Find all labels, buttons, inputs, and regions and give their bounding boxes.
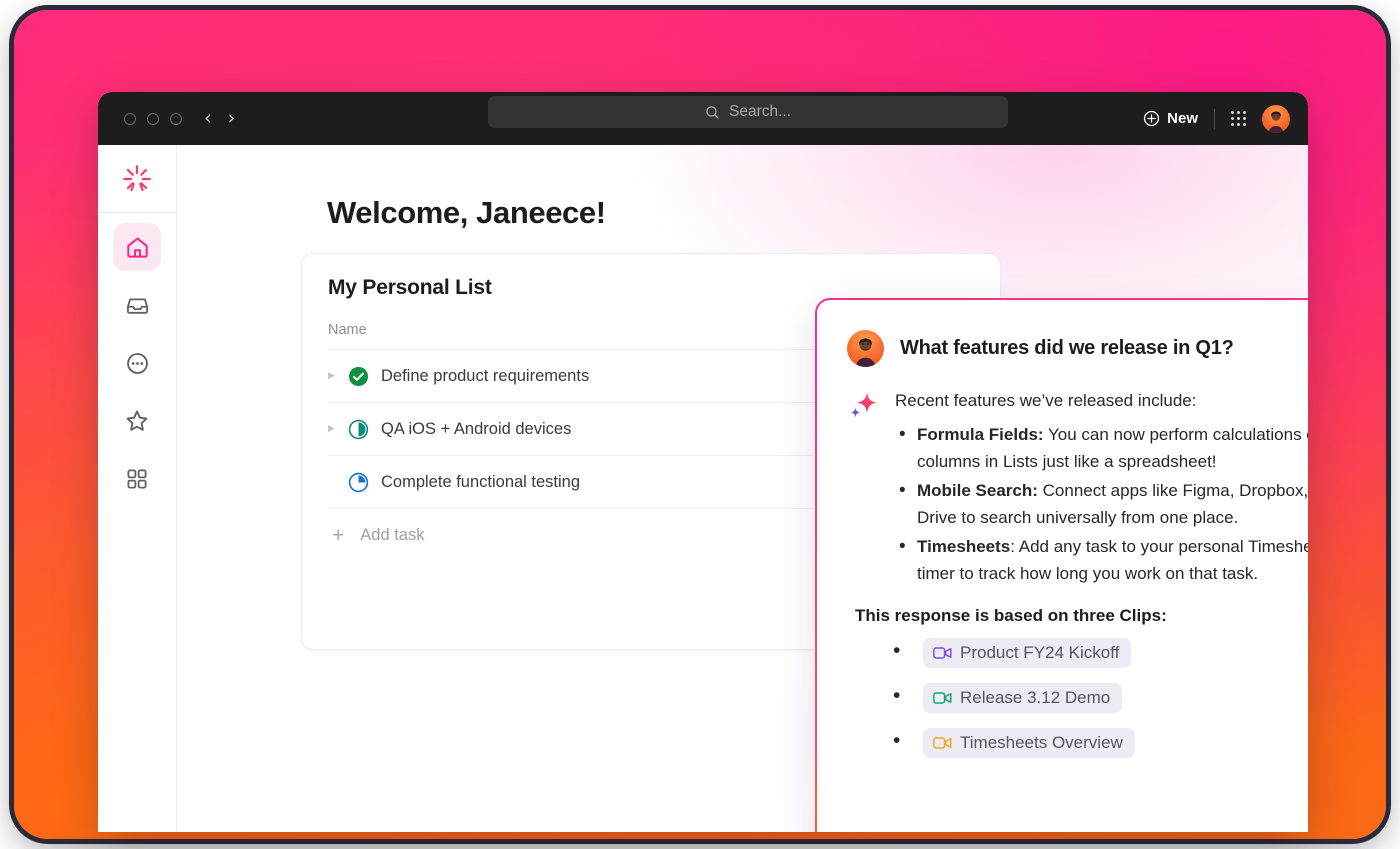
- star-icon: [126, 410, 148, 431]
- task-name: Complete functional testing: [381, 472, 581, 491]
- clip-chip-product-fy24-kickoff[interactable]: Product FY24 Kickoff: [923, 637, 1132, 668]
- search-placeholder: Search...: [728, 103, 792, 120]
- back-arrow-icon[interactable]: ‹: [204, 109, 212, 128]
- feature-term: Formula Fields:: [917, 424, 1044, 444]
- avatar-photo: [1268, 110, 1284, 133]
- expand-caret-icon[interactable]: ▶: [328, 371, 344, 381]
- new-button[interactable]: New: [1143, 110, 1198, 127]
- forward-arrow-icon[interactable]: ›: [228, 109, 236, 128]
- ai-answer-body: Recent features we’ve released include: …: [895, 389, 1308, 589]
- apps-grid-icon[interactable]: [1231, 111, 1246, 126]
- page-title: Welcome, Janeece!: [327, 195, 606, 230]
- plus-circle-icon: [1144, 110, 1160, 127]
- sidebar-item-inbox[interactable]: [113, 281, 161, 329]
- feature-list: Formula Fields: You can now perform calc…: [895, 420, 1308, 588]
- list-item: Release 3.12 Demo: [891, 682, 1308, 713]
- clips-list: Product FY24 Kickoff Release 3.12 Demo: [891, 637, 1308, 758]
- avatar[interactable]: [847, 330, 884, 367]
- clip-label: Product FY24 Kickoff: [960, 642, 1120, 662]
- list-item: Mobile Search: Connect apps like Figma, …: [895, 476, 1308, 532]
- clip-label: Release 3.12 Demo: [960, 687, 1111, 707]
- ai-panel-inner: What features did we release in Q1? Rece…: [817, 300, 1308, 832]
- minimize-window-button[interactable]: [147, 112, 159, 125]
- status-icon-in-review[interactable]: [348, 472, 369, 493]
- ai-question-row: What features did we release in Q1?: [847, 330, 1308, 367]
- clip-label: Timesheets Overview: [960, 732, 1123, 752]
- feature-term: Mobile Search:: [917, 480, 1038, 500]
- app-window: ‹ › Search... AI Ne: [98, 92, 1308, 832]
- main-canvas: Welcome, Janeece! My Personal List Name …: [177, 145, 1308, 832]
- add-task-label: Add task: [360, 525, 425, 544]
- list-title: My Personal List: [328, 276, 492, 299]
- avatar[interactable]: [1262, 104, 1290, 133]
- new-button-label: New: [1167, 110, 1198, 127]
- ai-answer-block: Recent features we’ve released include: …: [847, 389, 1308, 589]
- search-input[interactable]: Search...: [488, 96, 1008, 128]
- more-dots-icon: [126, 352, 148, 374]
- list-item: Formula Fields: You can now perform calc…: [895, 420, 1308, 476]
- expand-caret-icon[interactable]: ▶: [328, 424, 344, 434]
- feature-term: Timesheets: [917, 536, 1011, 556]
- nav-arrows[interactable]: ‹ ›: [204, 109, 235, 128]
- starburst-logo-icon: [123, 164, 151, 191]
- video-clip-icon: [933, 692, 952, 704]
- search-icon: [706, 105, 719, 119]
- status-icon-complete[interactable]: [348, 366, 369, 387]
- titlebar-right-group: New: [1143, 92, 1290, 145]
- clip-chip-release-312-demo[interactable]: Release 3.12 Demo: [923, 682, 1123, 713]
- clickup-starburst-logo[interactable]: [98, 145, 176, 213]
- avatar-photo: [855, 338, 876, 367]
- sidebar-item-favorites[interactable]: [113, 397, 161, 445]
- clips-section-title: This response is based on three Clips:: [855, 605, 1167, 625]
- ai-intro-text: Recent features we’ve released include:: [895, 391, 1197, 410]
- home-icon: [126, 237, 148, 258]
- close-window-button[interactable]: [124, 112, 136, 125]
- titlebar-divider: [1214, 108, 1215, 129]
- maximize-window-button[interactable]: [170, 112, 182, 125]
- grid-squares-icon: [127, 469, 147, 489]
- video-clip-icon: [933, 737, 952, 749]
- sidebar-item-dashboards[interactable]: [113, 455, 161, 503]
- sidebar-item-home[interactable]: [113, 223, 161, 271]
- video-clip-icon: [933, 647, 952, 659]
- traffic-lights[interactable]: [124, 112, 182, 125]
- ai-response-panel: What features did we release in Q1? Rece…: [815, 298, 1308, 832]
- status-icon-in-progress[interactable]: [348, 419, 369, 440]
- window-titlebar: ‹ › Search... AI Ne: [98, 92, 1308, 225]
- ai-sparkle-icon: [847, 389, 881, 589]
- list-item: Timesheets: Add any task to your persona…: [895, 532, 1308, 588]
- clip-chip-timesheets-overview[interactable]: Timesheets Overview: [923, 727, 1135, 758]
- app-body: Welcome, Janeece! My Personal List Name …: [98, 145, 1308, 832]
- task-name: Define product requirements: [381, 366, 590, 385]
- inbox-icon: [126, 297, 148, 314]
- task-name: QA iOS + Android devices: [381, 419, 572, 438]
- list-item: Product FY24 Kickoff: [891, 637, 1308, 668]
- plus-icon: +: [332, 523, 345, 547]
- list-item: Timesheets Overview: [891, 727, 1308, 758]
- sidebar-item-more[interactable]: [113, 339, 161, 387]
- left-sidebar: [98, 145, 177, 832]
- ai-question-text: What features did we release in Q1?: [900, 337, 1234, 359]
